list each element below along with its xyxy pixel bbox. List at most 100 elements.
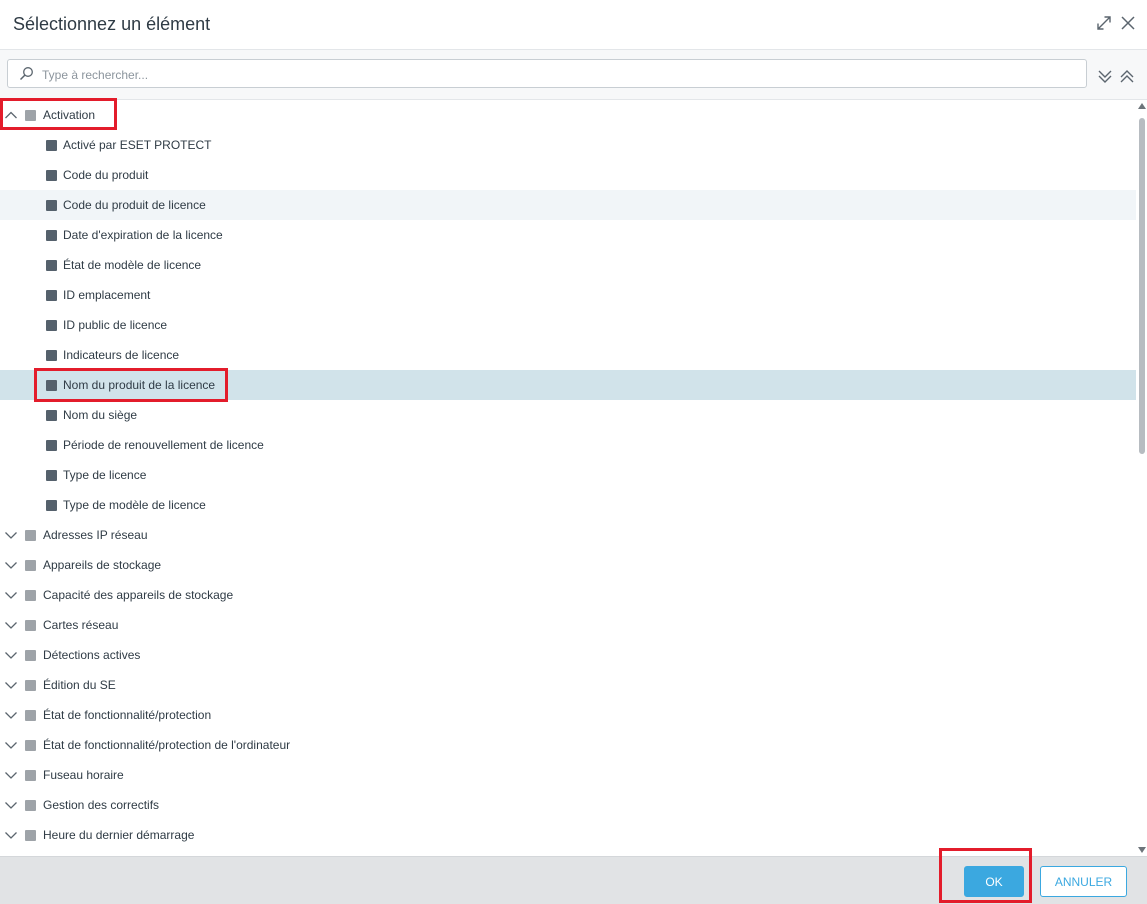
item-checkbox[interactable]: [46, 140, 57, 151]
tree-item[interactable]: Code du produit de licence: [0, 190, 1136, 220]
chevron-up-icon[interactable]: [4, 108, 18, 122]
item-checkbox[interactable]: [46, 470, 57, 481]
chevron-down-icon[interactable]: [4, 528, 18, 542]
tree-group[interactable]: État de fonctionnalité/protection de l'o…: [0, 730, 1136, 760]
group-checkbox[interactable]: [25, 680, 36, 691]
chevron-down-icon[interactable]: [4, 648, 18, 662]
double-chevron-down-icon[interactable]: [1097, 68, 1113, 84]
tree-item-label: Période de renouvellement de licence: [63, 438, 264, 452]
ok-button[interactable]: OK: [964, 866, 1024, 897]
tree-group[interactable]: État de fonctionnalité/protection: [0, 700, 1136, 730]
tree-item-label: ID emplacement: [63, 288, 151, 302]
item-checkbox[interactable]: [46, 410, 57, 421]
tree-item-label: Nom du produit de la licence: [63, 378, 216, 392]
tree-group[interactable]: Heure du dernier démarrage: [0, 820, 1136, 850]
tree-group-label: Appareils de stockage: [43, 558, 162, 572]
item-checkbox[interactable]: [46, 500, 57, 511]
tree-item-label: Code du produit: [63, 168, 149, 182]
tree-group-label: État de fonctionnalité/protection de l'o…: [43, 738, 291, 752]
tree-group-label: Adresses IP réseau: [43, 528, 148, 542]
group-checkbox[interactable]: [25, 590, 36, 601]
tree-group[interactable]: Gestion des correctifs: [0, 790, 1136, 820]
item-checkbox[interactable]: [46, 320, 57, 331]
group-checkbox[interactable]: [25, 800, 36, 811]
tree-item[interactable]: État de modèle de licence: [0, 250, 1136, 280]
tree-item[interactable]: Nom du siège: [0, 400, 1136, 430]
tree-group[interactable]: Détections actives: [0, 640, 1136, 670]
tree-item[interactable]: ID public de licence: [0, 310, 1136, 340]
item-checkbox[interactable]: [46, 290, 57, 301]
dialog-titlebar: Sélectionnez un élément: [0, 0, 1147, 50]
tree-group-label: Édition du SE: [43, 678, 116, 692]
search-box: [7, 59, 1087, 88]
scrollbar-thumb[interactable]: [1139, 118, 1145, 454]
dialog-title: Sélectionnez un élément: [13, 14, 211, 34]
double-chevron-up-icon[interactable]: [1119, 68, 1135, 84]
tree-item-label: ID public de licence: [63, 318, 168, 332]
chevron-down-icon[interactable]: [4, 618, 18, 632]
tree-item-label: Date d'expiration de la licence: [63, 228, 223, 242]
tree-item[interactable]: Activé par ESET PROTECT: [0, 130, 1136, 160]
chevron-down-icon[interactable]: [4, 588, 18, 602]
item-checkbox[interactable]: [46, 230, 57, 241]
tree-item-label: Type de licence: [63, 468, 147, 482]
tree-group-label: Gestion des correctifs: [43, 798, 160, 812]
search-input[interactable]: [40, 63, 1084, 86]
tree-group-label: Heure du dernier démarrage: [43, 828, 195, 842]
cancel-button[interactable]: ANNULER: [1040, 866, 1127, 897]
tree-group[interactable]: Fuseau horaire: [0, 760, 1136, 790]
item-checkbox[interactable]: [46, 260, 57, 271]
tree-item-label: État de modèle de licence: [63, 258, 202, 272]
tree-item[interactable]: Indicateurs de licence: [0, 340, 1136, 370]
group-checkbox[interactable]: [25, 830, 36, 841]
dialog-footer: OK ANNULER: [0, 856, 1147, 904]
tree-item[interactable]: Date d'expiration de la licence: [0, 220, 1136, 250]
tree-item[interactable]: ID emplacement: [0, 280, 1136, 310]
expand-diagonal-icon[interactable]: [1095, 14, 1113, 32]
group-checkbox[interactable]: [25, 710, 36, 721]
group-checkbox[interactable]: [25, 620, 36, 631]
tree-group[interactable]: Capacité des appareils de stockage: [0, 580, 1136, 610]
select-element-dialog: Sélectionnez un élément Activation: [0, 0, 1147, 904]
item-checkbox[interactable]: [46, 380, 57, 391]
group-checkbox[interactable]: [25, 650, 36, 661]
tree-item-label: Activé par ESET PROTECT: [63, 138, 212, 152]
chevron-down-icon[interactable]: [4, 678, 18, 692]
tree-item[interactable]: Code du produit: [0, 160, 1136, 190]
search-icon: [19, 67, 33, 81]
tree-group[interactable]: Appareils de stockage: [0, 550, 1136, 580]
search-toolbar: [0, 50, 1147, 100]
tree-group[interactable]: Édition du SE: [0, 670, 1136, 700]
chevron-down-icon[interactable]: [4, 558, 18, 572]
group-checkbox[interactable]: [25, 530, 36, 541]
tree-group-activation[interactable]: Activation: [0, 100, 1136, 130]
chevron-down-icon[interactable]: [4, 798, 18, 812]
item-checkbox[interactable]: [46, 170, 57, 181]
group-checkbox[interactable]: [25, 560, 36, 571]
group-checkbox[interactable]: [25, 740, 36, 751]
tree-item[interactable]: Type de modèle de licence: [0, 490, 1136, 520]
tree-scrollbar[interactable]: [1137, 100, 1147, 856]
group-checkbox[interactable]: [25, 110, 36, 121]
tree-item[interactable]: Type de licence: [0, 460, 1136, 490]
scroll-up-arrow-icon[interactable]: [1138, 103, 1146, 109]
close-icon[interactable]: [1119, 14, 1137, 32]
group-checkbox[interactable]: [25, 770, 36, 781]
tree-item-selected[interactable]: Nom du produit de la licence: [0, 370, 1136, 400]
chevron-down-icon[interactable]: [4, 708, 18, 722]
chevron-down-icon[interactable]: [4, 738, 18, 752]
chevron-down-icon[interactable]: [4, 828, 18, 842]
tree-group-label: État de fonctionnalité/protection: [43, 708, 212, 722]
scroll-down-arrow-icon[interactable]: [1138, 847, 1146, 853]
tree-group[interactable]: Cartes réseau: [0, 610, 1136, 640]
item-checkbox[interactable]: [46, 200, 57, 211]
item-checkbox[interactable]: [46, 440, 57, 451]
tree-item[interactable]: Période de renouvellement de licence: [0, 430, 1136, 460]
tree-item-label: Code du produit de licence: [63, 198, 206, 212]
tree-group-label: Fuseau horaire: [43, 768, 124, 782]
item-checkbox[interactable]: [46, 350, 57, 361]
chevron-down-icon[interactable]: [4, 768, 18, 782]
tree-item-label: Type de modèle de licence: [63, 498, 206, 512]
tree-group[interactable]: Adresses IP réseau: [0, 520, 1136, 550]
tree-group-label: Cartes réseau: [43, 618, 119, 632]
